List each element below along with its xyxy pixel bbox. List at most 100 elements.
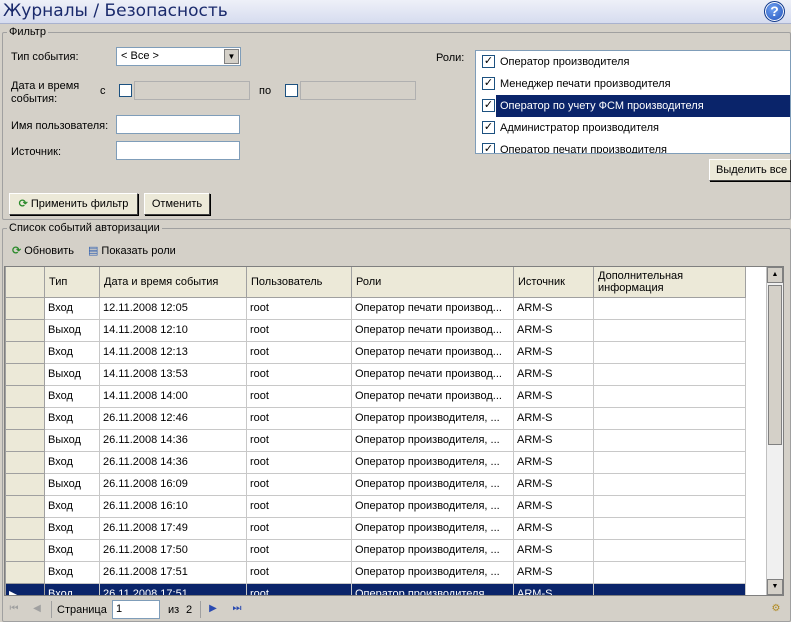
next-page-icon[interactable]: ▶ [205,601,221,617]
row-header[interactable] [5,516,45,540]
table-cell: ARM-S [513,582,594,595]
table-cell: Оператор производителя, ... [351,406,514,430]
table-cell: 12.11.2008 12:05 [99,296,247,320]
table-row[interactable]: Выход 14.11.2008 12:10 root Оператор печати… [5,318,746,342]
row-header[interactable] [5,384,45,408]
pager-separator [51,601,52,618]
events-grid[interactable]: Тип Дата и время события Пользователь Ро… [4,266,784,596]
row-header[interactable]: ▶ [5,582,45,595]
role-item[interactable]: ✓ Администратор производителя [476,117,790,139]
column-header[interactable]: Роли [351,267,514,298]
row-header[interactable] [5,296,45,320]
table-cell: Оператор производителя, ... [351,538,514,562]
from-date-checkbox[interactable] [119,84,132,97]
role-checkbox[interactable]: ✓ [482,99,495,112]
table-cell: Выход [44,362,100,386]
column-header[interactable]: Пользователь [246,267,352,298]
role-checkbox[interactable]: ✓ [482,55,495,68]
table-row[interactable]: ▶ Вход 26.11.2008 17:51 root Оператор произв… [5,582,746,595]
table-row[interactable]: Вход 14.11.2008 12:13 root Оператор печати … [5,340,746,364]
row-header[interactable] [5,450,45,474]
row-header[interactable] [5,340,45,364]
table-cell: 26.11.2008 16:10 [99,494,247,518]
table-row[interactable]: Выход 26.11.2008 16:09 root Оператор произв… [5,472,746,496]
table-cell: 26.11.2008 16:09 [99,472,247,496]
table-cell [593,362,746,386]
table-cell: Вход [44,406,100,430]
select-all-button[interactable]: Выделить все [709,159,791,181]
table-row[interactable]: Вход 12.11.2008 12:05 root Оператор печати … [5,296,746,320]
to-date-input[interactable] [300,81,416,100]
filter-settings-icon[interactable]: ⚙ [768,601,784,617]
last-page-icon[interactable]: ⏭ [229,601,245,617]
table-cell [593,296,746,320]
event-type-select[interactable]: < Все > ▼ [116,47,241,66]
page-number-input[interactable]: 1 [112,600,160,619]
table-cell [593,560,746,584]
table-cell: ARM-S [513,340,594,364]
table-cell: Оператор производителя, ... [351,472,514,496]
chevron-down-icon[interactable]: ▼ [224,49,239,64]
role-item[interactable]: ✓ Менеджер печати производителя [476,73,790,95]
table-row[interactable]: Вход 14.11.2008 14:00 root Оператор печати … [5,384,746,408]
table-row[interactable]: Вход 26.11.2008 17:51 root Оператор произво… [5,560,746,584]
help-icon[interactable]: ? [764,1,785,22]
role-item[interactable]: ✓ Оператор печати производителя [476,139,790,153]
table-cell: Вход [44,538,100,562]
role-item[interactable]: ✓ Оператор производителя [476,51,790,73]
table-cell: Выход [44,428,100,452]
show-roles-button[interactable]: ▤ Показать роли [88,242,176,260]
cancel-button[interactable]: Отменить [144,193,210,215]
table-cell: Оператор печати производ... [351,296,514,320]
table-row[interactable]: Выход 26.11.2008 14:36 root Оператор произв… [5,428,746,452]
table-cell: Вход [44,450,100,474]
row-header[interactable] [5,560,45,584]
table-row[interactable]: Вход 26.11.2008 17:50 root Оператор произво… [5,538,746,562]
to-date-checkbox[interactable] [285,84,298,97]
row-header[interactable] [5,494,45,518]
filter-legend: Фильтр [9,26,46,38]
role-checkbox[interactable]: ✓ [482,143,495,153]
row-header[interactable] [5,406,45,430]
table-cell: Оператор печати производ... [351,362,514,386]
table-cell: Оператор производителя, ... [351,428,514,452]
roles-list[interactable]: ✓ Оператор производителя ✓ Менеджер печа… [475,50,791,154]
source-label: Источник: [11,146,62,158]
table-row[interactable]: Выход 14.11.2008 13:53 root Оператор печати… [5,362,746,386]
scroll-down-icon[interactable]: ▼ [767,579,783,595]
row-header[interactable] [5,428,45,452]
row-header[interactable] [5,362,45,386]
table-cell: ARM-S [513,318,594,342]
username-input[interactable] [116,115,240,134]
vertical-scrollbar[interactable]: ▲ ▼ [766,267,783,595]
column-header[interactable]: Дата и время события [99,267,247,298]
scroll-up-icon[interactable]: ▲ [767,267,783,283]
table-cell: Оператор производителя, ... [351,494,514,518]
from-date-input[interactable] [134,81,250,100]
first-page-icon[interactable]: ⏮ [6,601,22,617]
source-input[interactable] [116,141,240,160]
table-cell: ARM-S [513,362,594,386]
table-cell: ARM-S [513,406,594,430]
row-header[interactable] [5,318,45,342]
table-row[interactable]: Вход 26.11.2008 12:46 root Оператор произво… [5,406,746,430]
table-cell [593,406,746,430]
apply-filter-button[interactable]: ⟳ Применить фильтр [9,193,138,215]
prev-page-icon[interactable]: ◀ [29,601,45,617]
table-row[interactable]: Вход 26.11.2008 14:36 root Оператор произво… [5,450,746,474]
table-cell: Вход [44,494,100,518]
table-row[interactable]: Вход 26.11.2008 16:10 root Оператор произво… [5,494,746,518]
table-row[interactable]: Вход 26.11.2008 17:49 root Оператор произво… [5,516,746,540]
row-header[interactable] [5,538,45,562]
table-cell: root [246,318,352,342]
column-header[interactable]: Дополнительная информация [593,267,746,298]
role-checkbox[interactable]: ✓ [482,77,495,90]
scroll-thumb[interactable] [768,285,782,445]
table-cell: ARM-S [513,494,594,518]
role-item[interactable]: ✓ Оператор по учету ФСМ производителя [476,95,790,117]
refresh-button[interactable]: ⟳ Обновить [12,242,74,260]
role-checkbox[interactable]: ✓ [482,121,495,134]
row-header[interactable] [5,472,45,496]
column-header[interactable]: Тип [44,267,100,298]
column-header[interactable]: Источник [513,267,594,298]
